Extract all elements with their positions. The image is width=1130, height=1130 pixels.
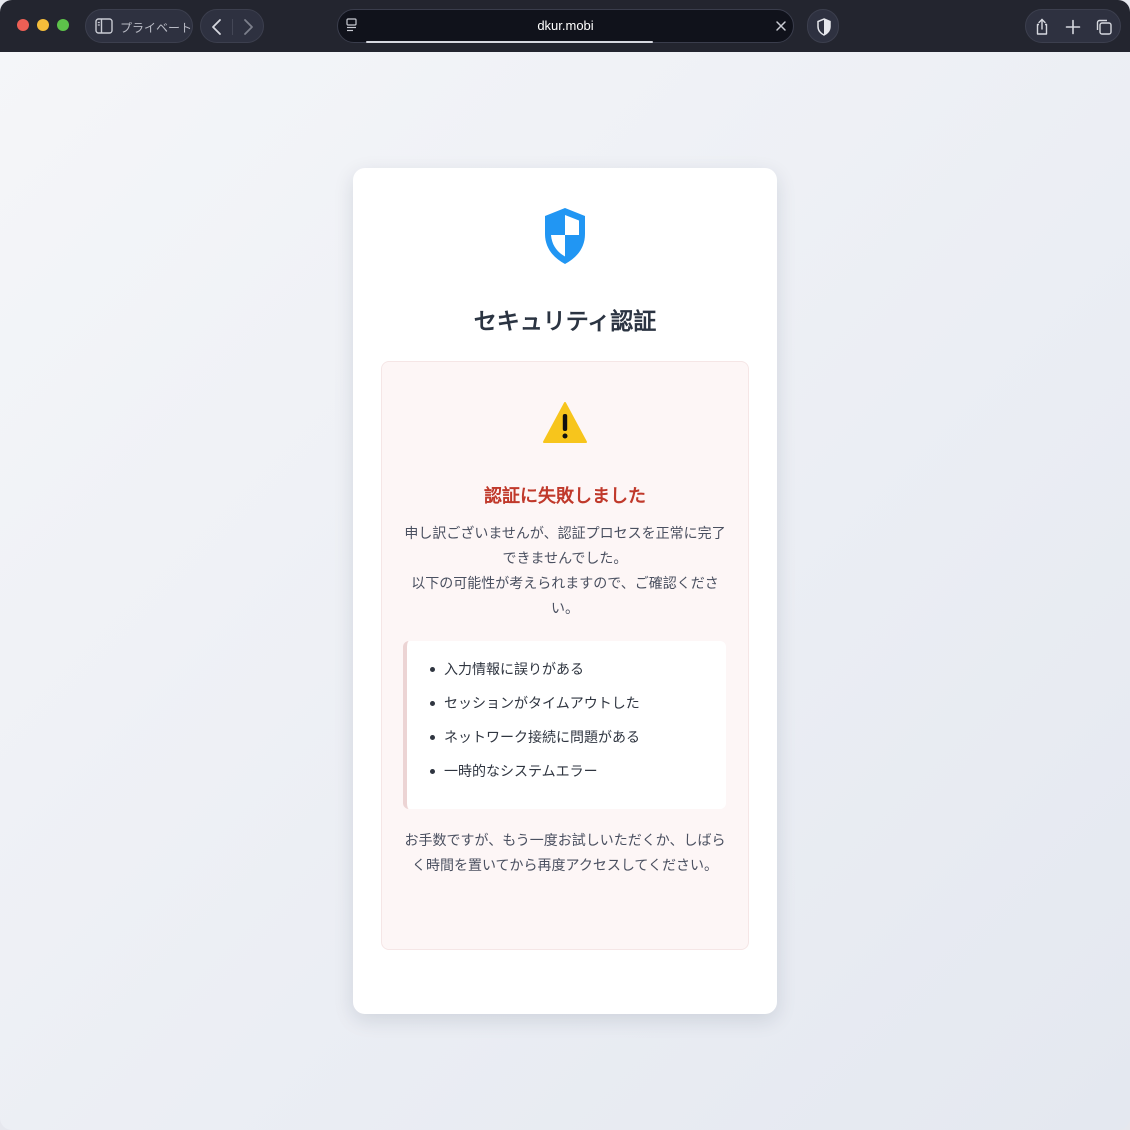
browser-window: プライベート dkur.mobi セキュリティ認証 認証に失敗しました 申し訳ご… [0,0,1130,1130]
error-description-line: 以下の可能性が考えられますので、ご確認ください。 [411,576,719,617]
retry-message: お手数ですが、もう一度お試しいただくか、しばらく時間を置いてから再度アクセスして… [404,833,726,874]
error-description: 申し訳ございませんが、認証プロセスを正常に完了できませんでした。 以下の可能性が… [404,522,726,622]
private-mode-label: プライベート [120,21,193,35]
nav-divider [232,19,233,35]
share-icon[interactable] [1033,18,1051,36]
browser-toolbar: プライベート dkur.mobi [0,0,1130,52]
sidebar-icon [95,18,113,34]
window-minimize-button[interactable] [37,19,49,31]
error-title: 認証に失敗しました [484,486,646,507]
window-close-button[interactable] [17,19,29,31]
shield-icon [545,208,585,264]
new-tab-icon[interactable] [1064,18,1082,36]
list-item: 一時的なシステムエラー [430,761,598,781]
navigation-buttons [200,9,264,43]
error-description-line: 申し訳ございませんが、認証プロセスを正常に完了できませんでした。 [404,526,726,567]
list-item: 入力情報に誤りがある [430,659,584,679]
tab-overview-icon[interactable] [1095,18,1113,36]
page-load-progress [366,41,653,43]
security-card: セキュリティ認証 認証に失敗しました 申し訳ございませんが、認証プロセスを正常に… [353,168,777,1014]
warning-icon [543,402,587,443]
back-icon[interactable] [207,18,227,36]
reason-list: 入力情報に誤りがある セッションがタイムアウトした ネットワーク接続に問題がある… [403,641,726,809]
error-panel: 認証に失敗しました 申し訳ございませんが、認証プロセスを正常に完了できませんでし… [381,361,749,950]
privacy-shield-icon [817,18,831,36]
page-title: セキュリティ認証 [473,309,657,335]
window-actions [1025,9,1121,43]
address-bar[interactable]: dkur.mobi [337,9,794,43]
sidebar-toggle-button[interactable]: プライベート [85,9,193,43]
list-item: ネットワーク接続に問題がある [430,727,640,747]
window-zoom-button[interactable] [57,19,69,31]
url-text: dkur.mobi [537,18,594,33]
list-item: セッションがタイムアウトした [430,693,640,713]
stop-loading-icon[interactable] [774,19,788,33]
privacy-report-button[interactable] [807,9,839,43]
forward-icon[interactable] [238,18,258,36]
